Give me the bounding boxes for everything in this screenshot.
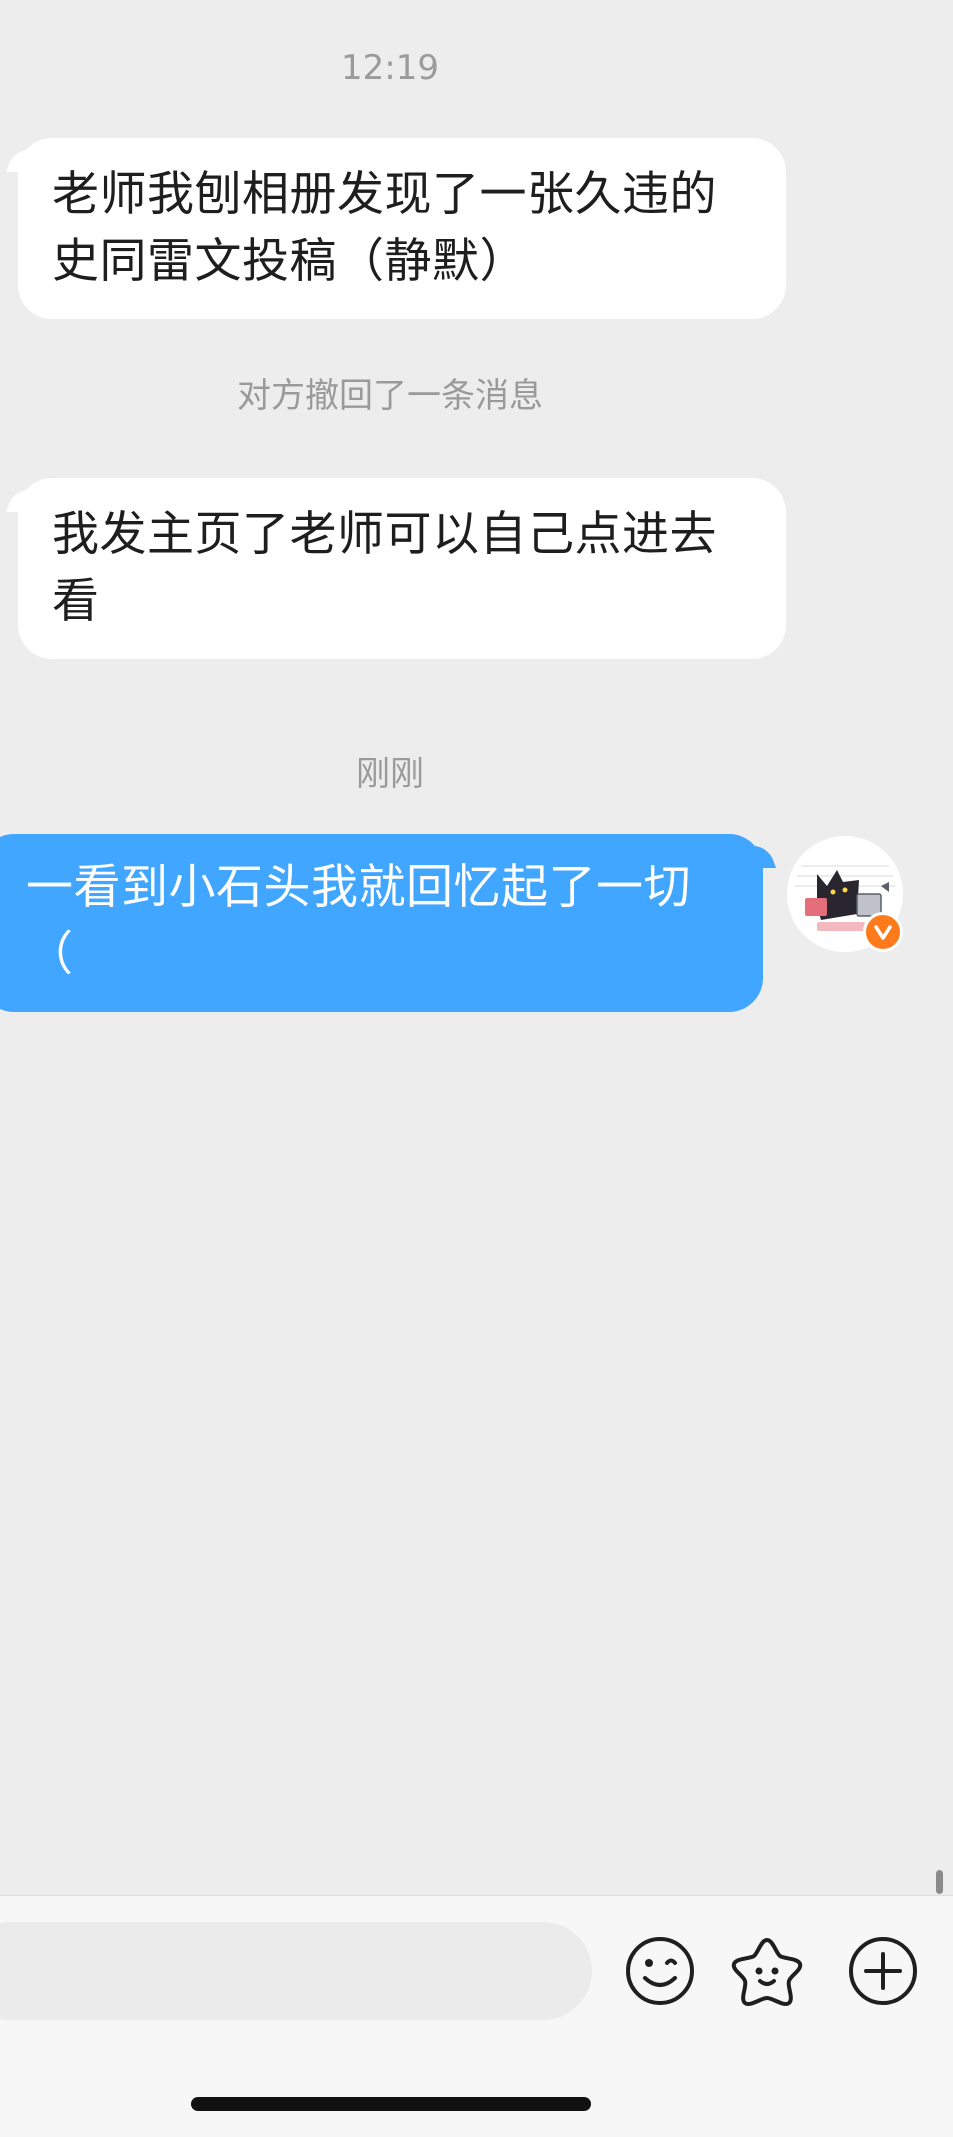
incoming-message-bubble[interactable]: 老师我刨相册发现了一张久违的史同雷文投稿（静默） — [18, 138, 786, 319]
emoji-icon — [626, 1937, 694, 2005]
avatar[interactable] — [787, 836, 903, 952]
verified-badge-icon — [863, 912, 903, 952]
timestamp: 刚刚 — [356, 754, 424, 794]
timestamp: 12:19 — [341, 48, 439, 88]
message-input[interactable] — [0, 1922, 592, 2020]
recall-notice: 对方撤回了一条消息 — [237, 376, 543, 416]
sticker-button[interactable] — [730, 1934, 804, 2008]
plus-button[interactable] — [846, 1934, 920, 2008]
emoji-button[interactable] — [623, 1934, 697, 2008]
home-indicator[interactable] — [191, 2097, 591, 2111]
plus-icon — [849, 1937, 917, 2005]
scroll-indicator — [936, 1870, 943, 1894]
sticker-icon — [731, 1938, 803, 2006]
incoming-message-bubble[interactable]: 我发主页了老师可以自己点进去看 — [18, 478, 786, 659]
outgoing-message-bubble[interactable]: 一看到小石头我就回忆起了一切（ — [0, 834, 763, 1012]
